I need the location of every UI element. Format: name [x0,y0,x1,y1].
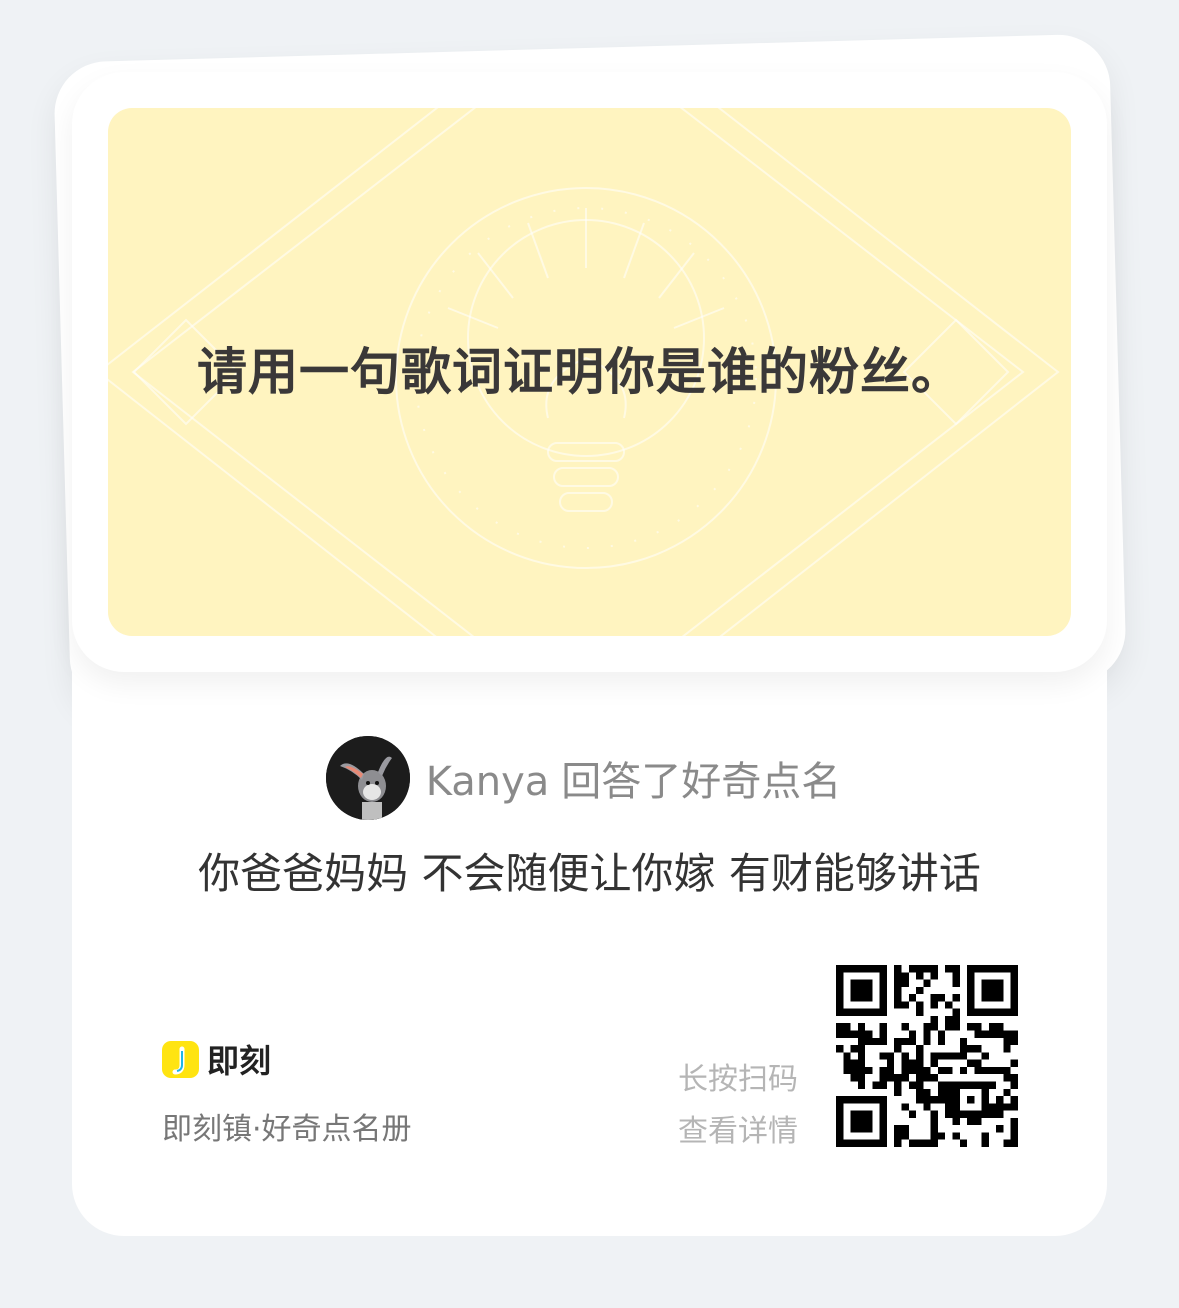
scan-hint-line2: 查看详情 [678,1114,798,1149]
answer-author-row[interactable]: Kanya 回答了好奇点名 [0,736,1179,820]
jike-logo-icon [162,1040,199,1078]
answer-action-label: 回答了好奇点名 [561,759,842,805]
brand-name: 即刻 [207,1042,272,1080]
answer-text: 你爸爸妈妈 不会随便让你嫁 有财能够讲话 [198,849,981,898]
scan-hint: 长按扫码 查看详情 [660,1054,798,1158]
answer-attribution: Kanya 回答了好奇点名 [426,749,854,807]
brand-subtitle: 即刻镇·好奇点名册 [162,1112,412,1147]
qr-code[interactable] [836,965,1018,1147]
question-panel: 请用一句歌词证明你是谁的粉丝。 [108,108,1071,636]
rabbit-avatar-icon[interactable] [325,736,410,820]
question-text: 请用一句歌词证明你是谁的粉丝。 [197,343,962,401]
scan-hint-line1: 长按扫码 [678,1062,798,1097]
brand-row: 即刻 [162,1040,271,1080]
author-name[interactable]: Kanya [426,759,550,805]
